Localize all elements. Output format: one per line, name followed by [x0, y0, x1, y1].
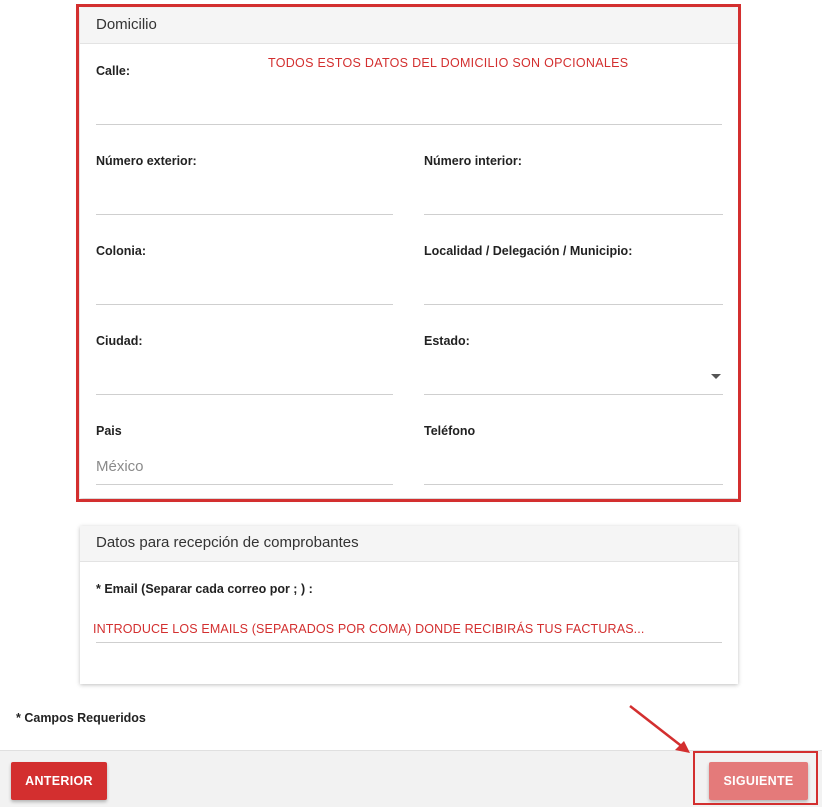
numero-interior-input-line[interactable]: [424, 214, 723, 215]
email-input-line[interactable]: [96, 642, 722, 643]
localidad-input-line[interactable]: [424, 304, 723, 305]
localidad-field[interactable]: Localidad / Delegación / Municipio:: [424, 244, 723, 305]
ciudad-input-line[interactable]: [96, 394, 393, 395]
recepcion-title: Datos para recepción de comprobantes: [80, 526, 738, 562]
colonia-input-line[interactable]: [96, 304, 393, 305]
recepcion-card: Datos para recepción de comprobantes * E…: [80, 526, 738, 684]
pais-value[interactable]: México: [96, 458, 144, 475]
calle-field[interactable]: Calle:: [96, 64, 722, 125]
colonia-field[interactable]: Colonia:: [96, 244, 393, 305]
numero-interior-label: Número interior:: [424, 154, 522, 168]
telefono-field[interactable]: Teléfono: [424, 424, 723, 485]
required-fields-note: * Campos Requeridos: [16, 711, 146, 725]
telefono-input-line[interactable]: [424, 484, 723, 485]
calle-label: Calle:: [96, 64, 131, 78]
localidad-label: Localidad / Delegación / Municipio:: [424, 244, 633, 258]
ciudad-field[interactable]: Ciudad:: [96, 334, 393, 395]
arrow-annotation-icon: [629, 705, 690, 753]
domicilio-card: Domicilio TODOS ESTOS DATOS DEL DOMICILI…: [80, 8, 738, 498]
estado-select-line[interactable]: [424, 394, 723, 395]
estado-label: Estado:: [424, 334, 470, 348]
siguiente-button[interactable]: SIGUIENTE: [709, 762, 808, 800]
email-label: * Email (Separar cada correo por ; ) :: [96, 582, 313, 596]
anterior-button[interactable]: ANTERIOR: [11, 762, 107, 800]
numero-exterior-label: Número exterior:: [96, 154, 197, 168]
domicilio-title: Domicilio: [80, 8, 738, 44]
ciudad-label: Ciudad:: [96, 334, 143, 348]
pais-field[interactable]: Pais México: [96, 424, 393, 485]
chevron-down-icon[interactable]: [711, 374, 721, 379]
telefono-label: Teléfono: [424, 424, 476, 438]
estado-select[interactable]: Estado:: [424, 334, 723, 395]
numero-interior-field[interactable]: Número interior:: [424, 154, 723, 215]
pais-label: Pais: [96, 424, 122, 438]
email-note: INTRODUCE LOS EMAILS (SEPARADOS POR COMA…: [93, 622, 645, 636]
numero-exterior-input-line[interactable]: [96, 214, 393, 215]
numero-exterior-field[interactable]: Número exterior:: [96, 154, 393, 215]
colonia-label: Colonia:: [96, 244, 146, 258]
calle-input-line[interactable]: [96, 124, 722, 125]
pais-input-line[interactable]: [96, 484, 393, 485]
